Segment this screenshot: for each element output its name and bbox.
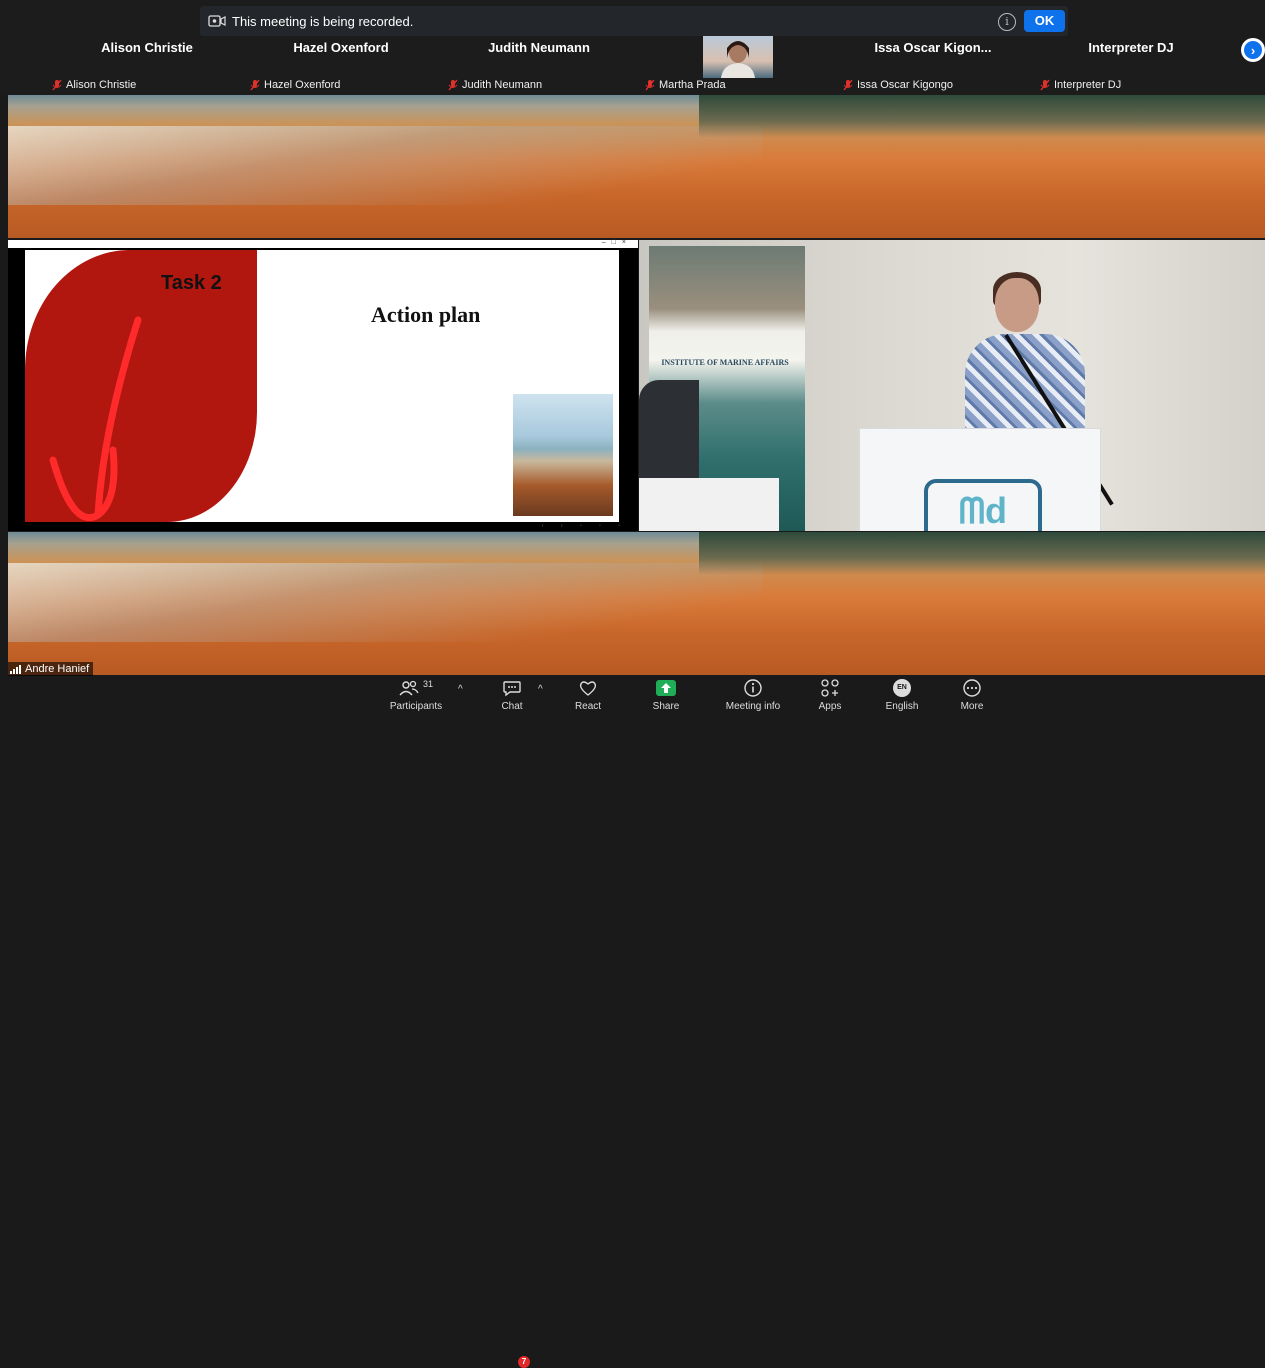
mic-muted-icon xyxy=(448,79,458,91)
apps-button[interactable]: Apps xyxy=(810,676,850,717)
recording-icon xyxy=(208,15,226,27)
chat-icon xyxy=(503,681,521,697)
mic-muted-icon xyxy=(250,79,260,91)
tile-label-interpreter: Interpreter DJ xyxy=(1040,78,1121,92)
more-icon xyxy=(963,679,981,697)
react-icon-wrap xyxy=(578,676,598,700)
participant-label: Interpreter DJ xyxy=(1054,79,1122,91)
ok-button[interactable]: OK xyxy=(1024,10,1065,32)
participants-button[interactable]: 31 Participants xyxy=(384,676,448,717)
meeting-toolbar: 31 Participants ^ Chat 7 ^ React Share M… xyxy=(0,676,1265,1368)
tile-label-martha: Martha Prada xyxy=(645,78,726,92)
mic-muted-icon xyxy=(843,79,853,91)
shared-screen-slide-window: –□× Task 2 Action plan ‹ › ▫ ▫ ▫ xyxy=(8,239,638,531)
participants-caret-icon[interactable]: ^ xyxy=(458,684,463,695)
react-label: React xyxy=(574,701,602,712)
slide-window-titlebar: –□× xyxy=(8,239,638,248)
heart-icon xyxy=(579,681,597,696)
participants-icon-wrap: 31 xyxy=(399,676,433,700)
chat-label: Chat xyxy=(501,701,523,712)
tile-name-interpreter: Interpreter DJ xyxy=(1088,40,1174,55)
chat-unread-badge: 7 xyxy=(518,1356,530,1368)
slide-nav-icons: ‹ › ▫ ▫ ▫ xyxy=(541,523,628,529)
gallery-strip: Alison Christie Hazel Oxenford Judith Ne… xyxy=(0,0,1265,95)
mic-muted-icon xyxy=(52,79,62,91)
tile-label-issa: Issa Oscar Kigongo xyxy=(843,78,953,92)
apps-label: Apps xyxy=(818,701,842,712)
share-button[interactable]: Share xyxy=(646,676,686,717)
participants-count: 31 xyxy=(422,679,433,689)
presenter xyxy=(959,272,1089,436)
active-speaker-label: Andre Hanief xyxy=(8,662,94,676)
participant-label: Issa Oscar Kigongo xyxy=(857,79,953,91)
recording-banner-text: This meeting is being recorded. xyxy=(232,13,414,29)
react-button[interactable]: React xyxy=(568,676,608,717)
slide-beach-photo xyxy=(513,394,613,516)
virtual-background-top xyxy=(8,95,1265,238)
tile-name-hazel: Hazel Oxenford xyxy=(293,40,389,55)
participant-label: Alison Christie xyxy=(66,79,137,91)
participants-icon xyxy=(399,680,419,696)
lectern: ᗰd xyxy=(859,428,1101,531)
more-label: More xyxy=(960,701,984,712)
language-globe-icon: EN xyxy=(893,679,911,697)
participant-label: Hazel Oxenford xyxy=(264,79,341,91)
participant-thumbnail-martha[interactable] xyxy=(703,36,773,78)
share-label: Share xyxy=(652,701,680,712)
chat-caret-icon[interactable]: ^ xyxy=(538,684,543,695)
meeting-info-icon-wrap xyxy=(743,676,763,700)
mic-muted-icon xyxy=(1040,79,1050,91)
share-screen-icon xyxy=(656,680,676,696)
apps-icon xyxy=(821,679,839,697)
tile-name-judith: Judith Neumann xyxy=(488,40,590,55)
meeting-info-button[interactable]: Meeting info xyxy=(718,676,788,717)
language-icon-wrap: EN xyxy=(893,676,911,700)
tile-name-issa: Issa Oscar Kigon... xyxy=(874,40,992,55)
chat-button[interactable]: Chat xyxy=(492,676,532,717)
recording-banner: This meeting is being recorded. i OK xyxy=(200,6,1068,36)
mic-muted-icon xyxy=(645,79,655,91)
slide-title: Action plan xyxy=(371,302,481,327)
info-circle-icon xyxy=(744,679,762,697)
virtual-background-bottom xyxy=(8,532,1265,675)
chevron-right-icon: › xyxy=(1244,41,1262,59)
red-scribble-icon xyxy=(49,316,142,522)
tile-name-alison: Alison Christie xyxy=(101,40,193,55)
participants-label: Participants xyxy=(389,701,443,712)
apps-icon-wrap xyxy=(820,676,840,700)
window-controls-icon: –□× xyxy=(601,239,632,246)
chat-icon-wrap xyxy=(502,676,522,700)
person-silhouette-icon xyxy=(721,41,755,78)
banner-text: INSTITUTE OF MARINE AFFAIRS xyxy=(661,358,789,367)
share-icon-wrap xyxy=(656,676,676,700)
main-video-area: –□× Task 2 Action plan ‹ › ▫ ▫ ▫ INSTITU… xyxy=(8,95,1265,675)
speaker-video-feed: INSTITUTE OF MARINE AFFAIRS ᗰd xyxy=(639,240,1265,531)
meeting-info-label: Meeting info xyxy=(725,701,781,712)
participant-label: Martha Prada xyxy=(659,79,726,91)
language-button[interactable]: EN English xyxy=(880,676,924,717)
more-icon-wrap xyxy=(962,676,982,700)
active-speaker-name: Andre Hanief xyxy=(25,663,90,675)
tile-label-hazel: Hazel Oxenford xyxy=(250,78,340,92)
next-page-button[interactable]: › xyxy=(1241,38,1265,62)
more-button[interactable]: More xyxy=(952,676,992,717)
presenter-head xyxy=(995,278,1039,332)
tile-label-alison: Alison Christie xyxy=(52,78,136,92)
language-label: English xyxy=(885,701,919,712)
participant-label: Judith Neumann xyxy=(462,79,543,91)
tile-label-judith: Judith Neumann xyxy=(448,78,542,92)
info-icon[interactable]: i xyxy=(998,13,1016,31)
slide-task-heading: Task 2 xyxy=(161,272,222,294)
signal-strength-icon xyxy=(10,664,21,674)
lectern-logo: ᗰd xyxy=(924,479,1042,531)
slide-status-bar: ‹ › ▫ ▫ ▫ xyxy=(8,523,638,531)
presentation-slide: Task 2 Action plan xyxy=(25,250,619,522)
table xyxy=(639,478,779,531)
presenter-body xyxy=(965,334,1085,434)
